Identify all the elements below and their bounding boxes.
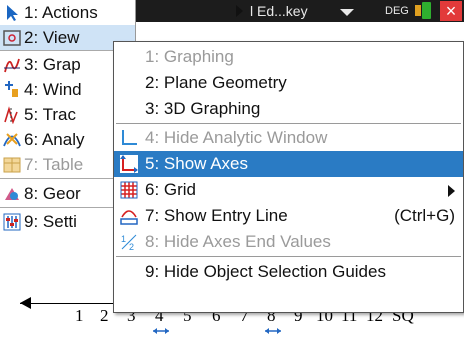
submenu-item-graphing[interactable]: 1: Graphing xyxy=(114,44,463,70)
pointer-icon xyxy=(7,4,18,21)
axis-marker-icon[interactable] xyxy=(152,326,170,336)
entry-line-icon xyxy=(120,210,138,225)
menu-item-label: 3: Grap xyxy=(24,54,81,74)
battery-icon xyxy=(415,2,431,19)
submenu-item-label: 2: Plane Geometry xyxy=(145,73,287,92)
submenu-arrow-icon xyxy=(448,185,455,197)
submenu-item-hide-axes-end-values[interactable]: 12 8: Hide Axes End Values xyxy=(114,229,463,255)
submenu-item-label: 3: 3D Graphing xyxy=(145,99,261,118)
view-icon xyxy=(3,29,21,46)
menu-item-label: 2: View xyxy=(24,27,80,47)
submenu-item-grid[interactable]: 6: Grid xyxy=(114,177,463,203)
svg-text:2: 2 xyxy=(129,242,134,251)
geometry-icon xyxy=(5,187,19,200)
axes-end-values-icon: 12 xyxy=(121,234,137,251)
axis-marker-icon[interactable] xyxy=(264,326,282,336)
settings-icon xyxy=(3,213,21,230)
window-zoom-icon xyxy=(5,80,18,97)
submenu-item-hide-selection-guides[interactable]: 9: Hide Object Selection Guides xyxy=(114,259,463,285)
graph-entry-icon xyxy=(4,58,20,72)
table-icon xyxy=(3,157,21,172)
submenu-item-label: 8: Hide Axes End Values xyxy=(145,232,331,251)
submenu-item-show-axes[interactable]: 5: Show Axes xyxy=(114,151,463,177)
submenu-item-label: 5: Show Axes xyxy=(145,154,249,173)
keyboard-shortcut: (Ctrl+G) xyxy=(394,206,455,225)
submenu-arrow-icon xyxy=(236,5,243,17)
submenu-item-label: 4: Hide Analytic Window xyxy=(145,128,328,147)
grid-icon xyxy=(120,181,138,199)
submenu-item-label: 9: Hide Object Selection Guides xyxy=(145,262,386,281)
tick-label: 1 xyxy=(75,306,84,325)
submenu-item-label: 1: Graphing xyxy=(145,47,234,66)
submenu-divider xyxy=(116,123,461,124)
axes-icon xyxy=(120,155,138,173)
submenu-item-hide-analytic-window[interactable]: 4: Hide Analytic Window xyxy=(114,125,463,151)
svg-text:1: 1 xyxy=(121,234,126,244)
menu-item-label: 1: Actions xyxy=(24,2,98,22)
menu-item-label: 7: Table xyxy=(24,154,84,174)
submenu-divider xyxy=(116,256,461,257)
menu-item-label: 5: Trac xyxy=(24,104,76,124)
analyze-graph-icon xyxy=(3,132,21,146)
menu-item-label: 6: Analy xyxy=(24,129,85,149)
submenu-item-plane-geometry[interactable]: 2: Plane Geometry xyxy=(114,70,463,96)
trace-icon xyxy=(4,105,18,124)
menu-item-label: 9: Setti xyxy=(24,211,77,231)
view-submenu: 1: Graphing 2: Plane Geometry 3: 3D Grap… xyxy=(113,41,464,313)
submenu-item-label: 7: Show Entry Line xyxy=(145,206,288,225)
analytic-window-icon xyxy=(122,130,137,145)
menu-item-actions[interactable]: 1: Actions xyxy=(0,0,135,25)
document-title[interactable]: l Ed...key xyxy=(250,3,308,19)
submenu-item-label: 6: Grid xyxy=(145,180,197,199)
close-icon[interactable]: × xyxy=(440,1,462,21)
angle-mode-indicator: DEG xyxy=(385,5,409,17)
tick-label: 2 xyxy=(100,306,109,325)
menu-item-label: 4: Wind xyxy=(24,79,82,99)
menu-item-label: 8: Geor xyxy=(24,183,81,203)
submenu-item-show-entry-line[interactable]: 7: Show Entry Line (Ctrl+G) xyxy=(114,203,463,229)
document-menu-chevron-icon[interactable] xyxy=(340,9,354,16)
submenu-item-3d-graphing[interactable]: 3: 3D Graphing xyxy=(114,96,463,122)
